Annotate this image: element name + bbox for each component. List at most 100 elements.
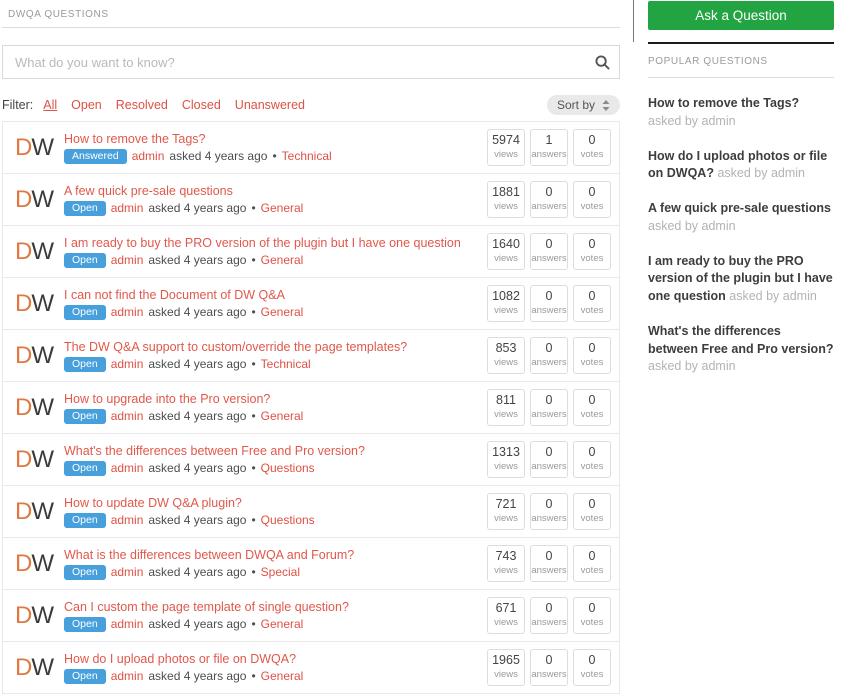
question-title-link[interactable]: How to update DW Q&A plugin? [64,496,481,510]
avatar[interactable]: DW [15,394,54,422]
asked-ago-text: asked 4 years ago [148,305,247,319]
avatar[interactable]: DW [15,134,54,162]
asked-ago-text: asked 4 years ago [148,513,247,527]
question-title-link[interactable]: How to upgrade into the Pro version? [64,392,481,406]
avatar-letter: D [15,445,32,473]
avatar[interactable]: DW [15,550,54,578]
views-label: views [494,304,518,316]
question-body: A few quick pre-sale questions Open admi… [64,184,487,216]
author-link[interactable]: admin [111,513,144,527]
category-link[interactable]: Questions [261,461,315,475]
category-link[interactable]: General [261,669,304,683]
avatar-letter: W [31,601,54,629]
question-title-link[interactable]: A few quick pre-sale questions [64,184,481,198]
answers-label: answers [531,148,567,160]
author-link[interactable]: admin [111,461,144,475]
category-link[interactable]: General [261,305,304,319]
question-stats: 811 views 0 answers 0 votes [487,389,611,426]
question-title-link[interactable]: How do I upload photos or file on DWQA? [64,652,481,666]
category-link[interactable]: General [261,617,304,631]
avatar[interactable]: DW [15,601,54,630]
question-title-link[interactable]: What is the differences between DWQA and… [64,548,481,562]
popular-question-link[interactable]: How to remove the Tags? [648,96,799,110]
avatar[interactable]: DW [15,290,54,318]
views-stat: 811 views [487,389,525,426]
question-body: I can not find the Document of DW Q&A Op… [64,288,487,320]
category-link[interactable]: General [261,201,304,215]
search-input[interactable] [3,54,585,70]
category-link[interactable]: Special [261,565,300,579]
votes-label: votes [580,200,604,212]
views-label: views [494,200,518,212]
avatar[interactable]: DW [15,498,54,526]
avatar[interactable]: DW [15,185,54,214]
filter-option[interactable]: Resolved [116,98,168,112]
filter-option[interactable]: Open [71,98,102,112]
author-link[interactable]: admin [111,305,144,319]
asked-ago-text: asked 4 years ago [148,409,247,423]
votes-label: votes [580,356,604,368]
votes-stat: 0 votes [573,545,611,582]
question-row: DW Can I custom the page template of sin… [3,590,619,642]
category-link[interactable]: General [261,253,304,267]
asked-ago-text: asked 4 years ago [148,565,247,579]
status-badge: Open [64,408,106,424]
answers-label: answers [531,616,567,628]
question-title-link[interactable]: Can I custom the page template of single… [64,600,481,614]
author-link[interactable]: admin [111,617,144,631]
question-meta: Open admin asked 4 years ago • General [64,616,481,632]
question-body: How to update DW Q&A plugin? Open admin … [64,496,487,528]
asked-ago-text: asked 4 years ago [148,461,247,475]
answers-count: 0 [545,653,553,667]
category-link[interactable]: Technical [261,357,311,371]
answers-stat: 0 answers [530,597,568,634]
answers-label: answers [531,564,567,576]
question-title-link[interactable]: What's the differences between Free and … [64,444,481,458]
category-link[interactable]: General [261,409,304,423]
category-link[interactable]: Questions [261,513,315,527]
meta-separator: • [251,357,256,371]
views-count: 811 [496,393,516,407]
popular-question-link[interactable]: A few quick pre-sale questions [648,201,831,215]
votes-label: votes [580,460,604,472]
views-stat: 1965 views [487,649,525,686]
author-link[interactable]: admin [132,149,165,163]
category-link[interactable]: Technical [282,149,332,163]
question-meta: Answered admin asked 4 years ago • Techn… [64,148,481,164]
avatar[interactable]: DW [15,445,54,474]
status-badge: Open [64,512,106,528]
asked-by-text: asked by admin [648,359,736,374]
avatar[interactable]: DW [15,654,54,682]
filter-option[interactable]: Unanswered [235,98,305,112]
author-link[interactable]: admin [111,357,144,371]
avatar-letter: D [15,601,32,629]
author-link[interactable]: admin [111,669,144,683]
author-link[interactable]: admin [111,409,144,423]
question-title-link[interactable]: I can not find the Document of DW Q&A [64,288,481,302]
filter-option[interactable]: All [43,98,57,112]
avatar[interactable]: DW [15,342,54,370]
asked-ago-text: asked 4 years ago [169,149,268,163]
avatar[interactable]: DW [15,238,54,266]
avatar-letter: D [15,185,32,213]
author-link[interactable]: admin [111,565,144,579]
author-link[interactable]: admin [111,201,144,215]
author-link[interactable]: admin [111,253,144,267]
popular-question-link[interactable]: What's the differences between Free and … [648,324,833,356]
views-label: views [494,252,518,264]
sort-by-dropdown[interactable]: Sort by [546,95,620,115]
views-stat: 1640 views [487,233,525,270]
question-title-link[interactable]: I am ready to buy the PRO version of the… [64,236,481,250]
title-divider [2,27,620,28]
question-title-link[interactable]: The DW Q&A support to custom/override th… [64,340,481,354]
status-badge: Open [64,356,106,372]
ask-a-question-button[interactable]: Ask a Question [648,1,834,30]
question-body: Can I custom the page template of single… [64,600,487,632]
votes-label: votes [580,304,604,316]
filter-option[interactable]: Closed [182,98,221,112]
search-icon[interactable] [585,54,619,70]
question-body: How to remove the Tags? Answered admin a… [64,132,487,164]
views-count: 743 [495,549,517,563]
question-stats: 743 views 0 answers 0 votes [487,545,611,582]
question-title-link[interactable]: How to remove the Tags? [64,132,481,146]
